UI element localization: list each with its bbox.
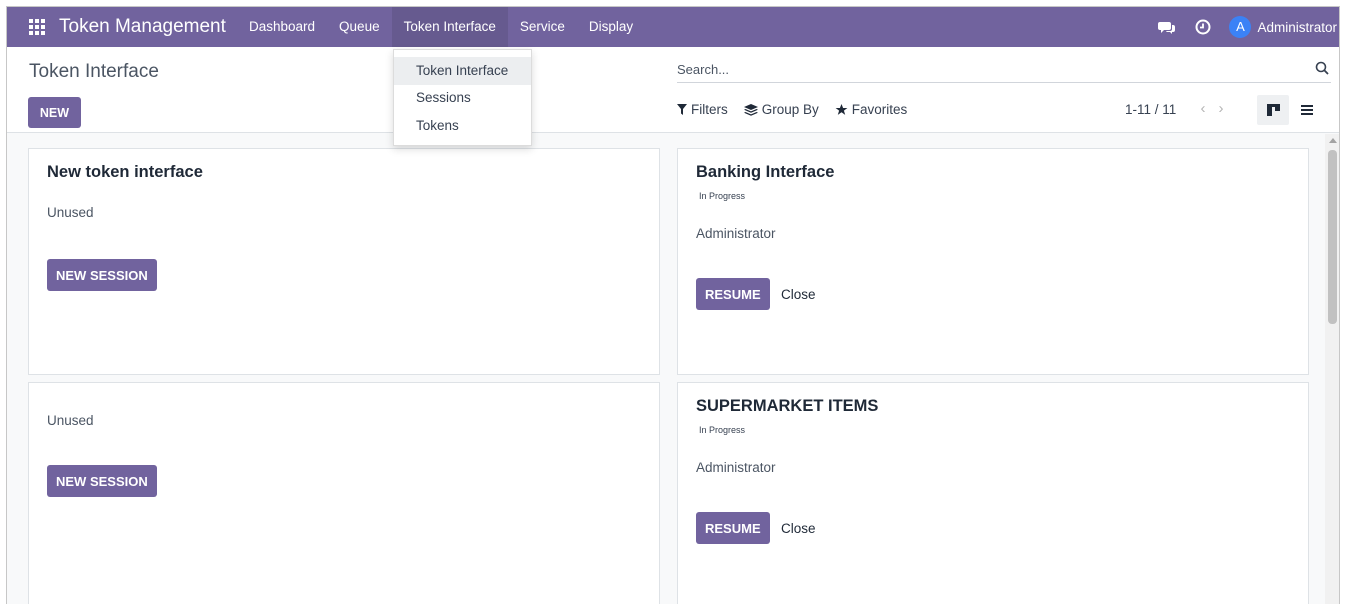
search-box <box>677 57 1331 83</box>
scroll-up-icon[interactable] <box>1329 138 1337 143</box>
kanban-card[interactable]: Banking Interface In Progress Administra… <box>677 148 1309 375</box>
new-button[interactable]: NEW <box>28 97 81 128</box>
card-title: SUPERMARKET ITEMS <box>696 397 879 415</box>
close-button[interactable]: Close <box>781 287 816 302</box>
kanban-view: New token interface Unused NEW SESSION B… <box>7 134 1324 604</box>
card-user: Administrator <box>696 226 776 241</box>
menu-display[interactable]: Display <box>577 7 645 47</box>
menu-dashboard[interactable]: Dashboard <box>237 7 327 47</box>
search-icon[interactable] <box>1315 61 1329 75</box>
new-session-button[interactable]: NEW SESSION <box>47 259 157 291</box>
dropdown-item-token-interface[interactable]: Token Interface <box>394 57 531 85</box>
token-interface-dropdown: Token Interface Sessions Tokens <box>393 49 532 146</box>
kanban-view-icon <box>1267 104 1280 116</box>
kanban-card[interactable]: New token interface Unused NEW SESSION <box>28 148 660 375</box>
avatar[interactable]: A <box>1229 16 1252 38</box>
list-view-button[interactable] <box>1293 95 1321 125</box>
menu-token-interface[interactable]: Token Interface <box>391 7 508 47</box>
card-title: New token interface <box>47 163 203 181</box>
app-window: Token Management Dashboard Queue Token I… <box>6 6 1340 604</box>
chevron-right-icon[interactable]: › <box>1214 100 1228 118</box>
filter-icon <box>677 104 687 115</box>
user-name[interactable]: Administrator <box>1257 20 1337 35</box>
kanban-view-button[interactable] <box>1257 95 1289 125</box>
control-panel: Token Interface NEW Filters <box>7 47 1339 133</box>
status-badge: In Progress <box>699 425 746 435</box>
filters-label: Filters <box>691 102 728 117</box>
card-status: Unused <box>47 413 94 428</box>
group-by-label: Group By <box>761 102 819 117</box>
dropdown-item-tokens[interactable]: Tokens <box>394 112 531 140</box>
pager-value[interactable]: 1-11 / 11 <box>1125 102 1176 117</box>
clock-icon[interactable] <box>1193 17 1213 37</box>
list-view-icon <box>1301 105 1313 115</box>
chevron-left-icon[interactable]: ‹ <box>1196 100 1210 118</box>
group-by-toggle[interactable]: Group By <box>743 102 819 117</box>
dropdown-item-sessions[interactable]: Sessions <box>394 84 531 112</box>
top-navbar: Token Management Dashboard Queue Token I… <box>7 7 1339 47</box>
vertical-scrollbar[interactable] <box>1325 134 1339 604</box>
search-input[interactable] <box>677 59 1277 79</box>
search-panel-toggles: Filters Group By Favorites <box>677 102 923 117</box>
menu-service[interactable]: Service <box>508 7 577 47</box>
card-user: Administrator <box>696 460 776 475</box>
new-session-button[interactable]: NEW SESSION <box>47 465 157 497</box>
favorites-toggle[interactable]: Favorites <box>835 102 908 117</box>
kanban-card[interactable]: Unused NEW SESSION <box>28 382 660 604</box>
close-button[interactable]: Close <box>781 521 816 536</box>
kanban-card[interactable]: SUPERMARKET ITEMS In Progress Administra… <box>677 382 1309 604</box>
scroll-thumb[interactable] <box>1328 150 1337 324</box>
card-title: Banking Interface <box>696 163 835 181</box>
chat-icon[interactable] <box>1157 17 1177 37</box>
breadcrumb: Token Interface <box>29 61 159 82</box>
star-icon <box>835 103 848 115</box>
main-menu: Dashboard Queue Token Interface Service … <box>237 7 645 47</box>
menu-queue[interactable]: Queue <box>327 7 392 47</box>
app-brand[interactable]: Token Management <box>59 16 226 38</box>
filters-toggle[interactable]: Filters <box>677 102 728 117</box>
layers-icon <box>743 103 758 116</box>
status-badge: In Progress <box>699 191 746 201</box>
card-status: Unused <box>47 205 94 220</box>
navbar-right: A Administrator <box>1157 7 1339 47</box>
apps-grid-icon[interactable] <box>29 19 45 35</box>
resume-button[interactable]: RESUME <box>696 512 770 544</box>
resume-button[interactable]: RESUME <box>696 278 770 310</box>
favorites-label: Favorites <box>851 102 908 117</box>
